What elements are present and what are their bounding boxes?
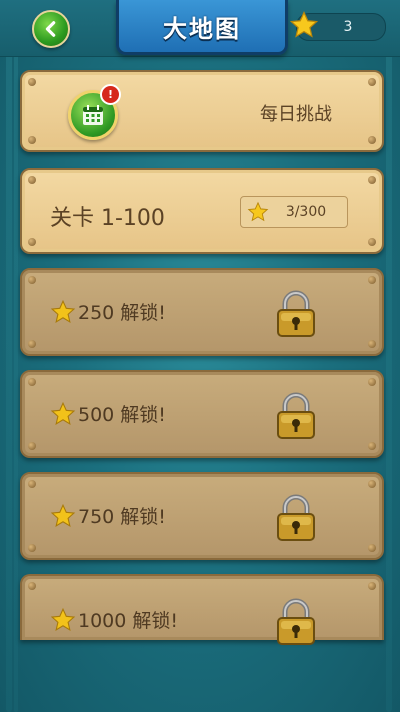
unlock-label: 1000 解锁! (78, 610, 179, 632)
rivet (28, 238, 36, 246)
unlock-requirement: 750 解锁! (50, 502, 166, 529)
rivet (368, 442, 376, 450)
padlock-icon (277, 290, 315, 337)
unlock-label: 500 解锁! (78, 404, 166, 426)
bamboo-decoration (14, 0, 18, 712)
rivet (28, 544, 36, 552)
rivet (368, 176, 376, 184)
star-total-value: 3 (343, 19, 353, 35)
rivet (368, 78, 376, 86)
locked-pack-panel[interactable]: 1000 解锁! (20, 574, 384, 645)
rivet (28, 480, 36, 488)
unlock-label: 250 解锁! (78, 302, 166, 324)
unlock-requirement: 1000 解锁! (50, 606, 178, 633)
level-pack-panel[interactable]: 关卡 1-100 3/300 (20, 168, 384, 254)
star-icon (50, 299, 76, 323)
rivet (28, 276, 36, 284)
notification-badge: ! (100, 84, 121, 105)
calendar-icon (83, 105, 103, 125)
padlock-icon (277, 392, 315, 439)
locked-pack-panel[interactable]: 500 解锁! (20, 370, 384, 458)
daily-challenge-label: 每日挑战 (260, 104, 332, 125)
rivet (368, 582, 376, 590)
rivet (368, 480, 376, 488)
title-plate: 大地图 (116, 0, 288, 55)
star-progress-value: 3/300 (285, 204, 327, 220)
bamboo-decoration (6, 0, 12, 712)
rivet (28, 378, 36, 386)
rivet (28, 340, 36, 348)
star-total-counter: 3 (289, 10, 386, 41)
rivet (368, 340, 376, 348)
top-bar: 大地图 3 (0, 0, 400, 57)
padlock-icon (277, 598, 315, 645)
star-icon (50, 503, 76, 527)
rivet (368, 136, 376, 144)
rivet (368, 378, 376, 386)
unlock-requirement: 500 解锁! (50, 400, 166, 427)
daily-challenge-panel[interactable]: ! 每日挑战 (20, 70, 384, 152)
unlock-label: 750 解锁! (78, 506, 166, 528)
star-progress: 3/300 (240, 196, 348, 228)
star-icon (50, 401, 76, 425)
rivet (28, 136, 36, 144)
chevron-left-icon (45, 21, 56, 37)
rivet (368, 276, 376, 284)
rivet (28, 78, 36, 86)
rivet (28, 176, 36, 184)
unlock-requirement: 250 解锁! (50, 298, 166, 325)
star-icon (50, 607, 76, 631)
padlock-icon (277, 494, 315, 541)
locked-pack-panel[interactable]: 250 解锁! (20, 268, 384, 356)
back-button[interactable] (32, 10, 70, 48)
page-title: 大地图 (163, 14, 241, 43)
level-pack-label: 关卡 1-100 (50, 206, 165, 231)
star-icon (247, 201, 269, 222)
rivet (28, 442, 36, 450)
rivet (368, 544, 376, 552)
locked-pack-panel[interactable]: 750 解锁! (20, 472, 384, 560)
rivet (368, 238, 376, 246)
rivet (28, 582, 36, 590)
bamboo-decoration (386, 0, 392, 712)
